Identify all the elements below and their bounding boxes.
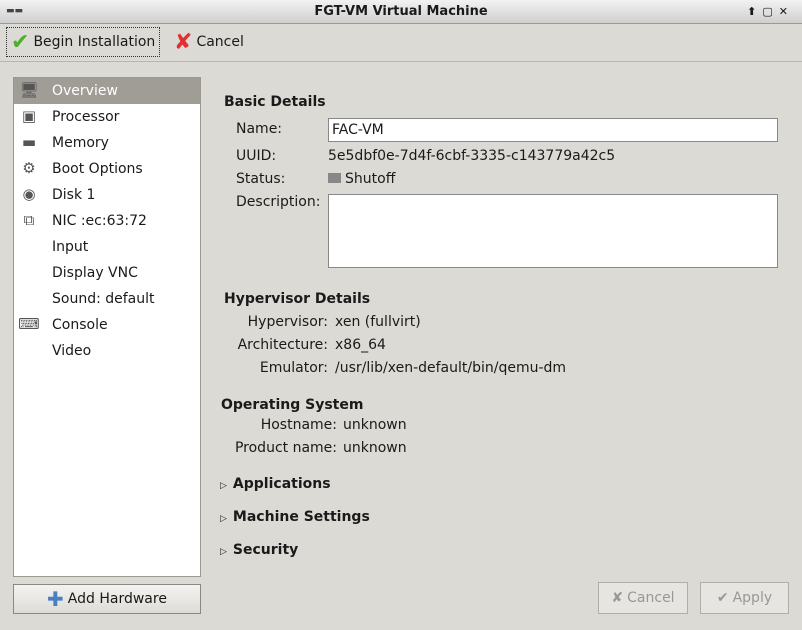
cancel-button-label: Cancel (627, 590, 675, 606)
applications-label: Applications (232, 476, 331, 492)
sidebar-item-processor[interactable]: ▣ Processor (14, 104, 200, 130)
plus-icon: ✚ (47, 587, 64, 611)
sidebar-item-label: Memory (52, 135, 109, 151)
hypervisor-details-heading: Hypervisor Details (224, 291, 371, 307)
cancel-button[interactable]: ✘ Cancel (598, 582, 688, 614)
maximize-icon[interactable]: ⬆ (747, 5, 762, 18)
sidebar-item-memory[interactable]: ▬ Memory (14, 130, 200, 156)
cancel-label: Cancel (196, 34, 244, 50)
memory-icon: ▬ (21, 133, 37, 151)
restore-icon[interactable]: ▢ (762, 5, 778, 18)
uuid-value: 5e5dbf0e-7d4f-6cbf-3335-c143779a42c5 (328, 148, 616, 164)
expander-arrow-icon: ▷ (220, 514, 227, 524)
x-icon: ✘ (174, 29, 193, 55)
architecture-value: x86_64 (335, 337, 386, 353)
begin-installation-label: Begin Installation (33, 34, 156, 50)
begin-installation-button[interactable]: ✔ Begin Installation (6, 27, 161, 57)
sidebar-item-label: Processor (52, 109, 120, 125)
add-hardware-label: Add Hardware (67, 591, 167, 607)
product-name-value: unknown (343, 440, 407, 456)
sidebar-item-label: Display VNC (52, 265, 138, 281)
description-textarea[interactable] (328, 194, 778, 268)
cancel-toolbar-button[interactable]: ✘ Cancel (170, 27, 248, 57)
sidebar-item-input[interactable]: Input (14, 234, 200, 260)
monitor-off-icon (328, 173, 341, 183)
sidebar-item-overview[interactable]: 🖥 Overview (14, 78, 200, 104)
checkmark-icon: ✔ (716, 590, 729, 606)
apply-button[interactable]: ✔ Apply (700, 582, 789, 614)
sidebar-item-label: Console (52, 317, 108, 333)
architecture-label: Architecture: (237, 337, 328, 353)
name-label: Name: (236, 121, 283, 137)
sidebar-item-video[interactable]: Video (14, 338, 200, 364)
sidebar-item-label: Video (52, 343, 92, 359)
cpu-icon: ▣ (21, 107, 37, 125)
status-label: Status: (236, 171, 286, 187)
emulator-label: Emulator: (259, 360, 328, 376)
gears-icon: ⚙ (22, 159, 36, 177)
sidebar-item-nic-ec-63-72[interactable]: ⧉ NIC :ec:63:72 (14, 208, 200, 234)
checkmark-icon: ✔ (11, 29, 30, 55)
network-icon: ⧉ (23, 211, 35, 229)
emulator-value: /usr/lib/xen-default/bin/qemu-dm (335, 360, 567, 376)
sidebar-item-sound-default[interactable]: Sound: default (14, 286, 200, 312)
hypervisor-value: xen (fullvirt) (335, 314, 421, 330)
expander-arrow-icon: ▷ (220, 547, 227, 557)
sidebar-item-display-vnc[interactable]: Display VNC (14, 260, 200, 286)
close-icon[interactable]: ✕ (779, 5, 794, 18)
console-icon: ⌨ (18, 315, 40, 333)
description-label: Description: (236, 194, 321, 210)
monitor-icon: 🖥 (19, 81, 39, 99)
toolbar: ✔ Begin Installation ✘ Cancel (0, 24, 802, 62)
machine-settings-label: Machine Settings (232, 509, 370, 525)
sidebar-item-disk-1[interactable]: ◉ Disk 1 (14, 182, 200, 208)
disk-icon: ◉ (22, 185, 36, 203)
status-value: Shutoff (328, 171, 395, 187)
applications-expander[interactable]: ▷ Applications (220, 476, 331, 492)
sidebar-item-boot-options[interactable]: ⚙ Boot Options (14, 156, 200, 182)
status-text: Shutoff (345, 171, 396, 187)
apply-button-label: Apply (732, 590, 773, 606)
sidebar-item-label: NIC :ec:63:72 (52, 213, 147, 229)
expander-arrow-icon: ▷ (220, 481, 227, 491)
machine-settings-expander[interactable]: ▷ Machine Settings (220, 509, 370, 525)
add-hardware-button[interactable]: ✚ Add Hardware (13, 584, 201, 614)
hypervisor-label: Hypervisor: (247, 314, 328, 330)
sidebar-item-label: Input (52, 239, 89, 255)
uuid-label: UUID: (236, 148, 277, 164)
security-label: Security (232, 542, 299, 558)
title-bar: ▬▬ FGT-VM Virtual Machine ⬆▢✕ (0, 0, 802, 24)
x-icon: ✘ (611, 590, 624, 606)
name-input[interactable]: FAC-VM (328, 118, 778, 142)
basic-details-heading: Basic Details (224, 94, 326, 110)
sidebar-item-label: Boot Options (52, 161, 143, 177)
security-expander[interactable]: ▷ Security (220, 542, 298, 558)
hardware-list[interactable]: 🖥 Overview ▣ Processor ▬ Memory ⚙ Boot Options ◉… (13, 77, 201, 577)
operating-system-heading: Operating System (221, 397, 364, 413)
hostname-value: unknown (343, 417, 407, 433)
window-title: FGT-VM Virtual Machine (314, 4, 488, 19)
product-name-label: Product name: (234, 440, 337, 456)
window-menu-icon[interactable]: ▬▬ (6, 6, 23, 16)
sidebar-item-label: Disk 1 (52, 187, 96, 203)
sidebar-item-label: Sound: default (52, 291, 155, 307)
sidebar-item-console[interactable]: ⌨ Console (14, 312, 200, 338)
blank-icon (18, 341, 40, 361)
blank-icon (18, 263, 40, 283)
blank-icon (18, 237, 40, 257)
sidebar-item-label: Overview (52, 83, 118, 99)
hostname-label: Hostname: (260, 417, 337, 433)
blank-icon (18, 289, 40, 309)
